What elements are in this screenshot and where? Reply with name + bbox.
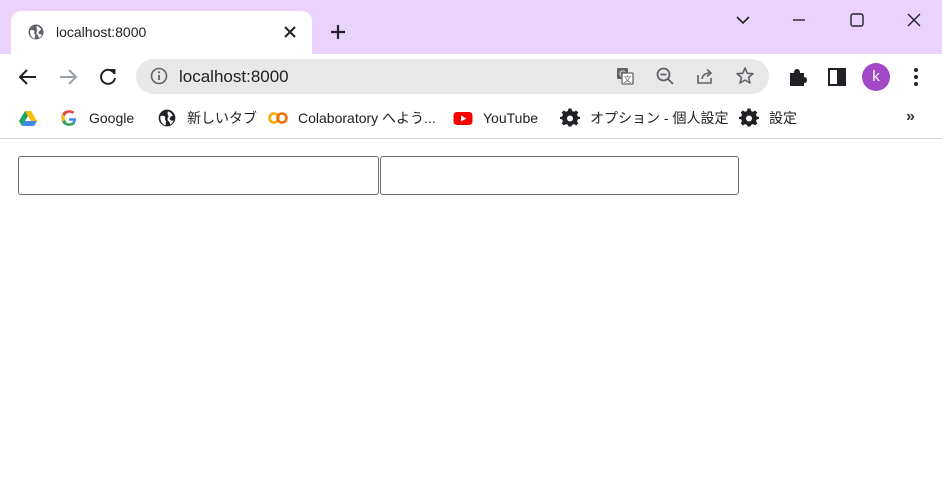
maximize-button[interactable]: [847, 10, 867, 30]
title-bar: localhost:8000: [0, 0, 942, 54]
menu-kebab-icon[interactable]: [905, 66, 927, 88]
toolbar: localhost:8000 G 文 k: [0, 54, 942, 100]
site-info-icon[interactable]: [149, 66, 169, 86]
bookmark-google[interactable]: Google: [59, 108, 134, 128]
text-input-2[interactable]: [380, 156, 739, 195]
new-tab-button[interactable]: [328, 22, 348, 42]
text-input-1[interactable]: [18, 156, 379, 195]
url-text[interactable]: localhost:8000: [179, 67, 289, 87]
zoom-out-icon[interactable]: [655, 66, 675, 86]
bookmark-label: YouTube: [483, 110, 539, 126]
tab-title: localhost:8000: [56, 24, 147, 40]
youtube-icon: [453, 112, 473, 125]
globe-icon: [158, 109, 176, 127]
side-panel-icon[interactable]: [826, 66, 848, 88]
bookmark-settings[interactable]: 設定: [739, 108, 797, 128]
tab-search-chevron-icon[interactable]: [733, 10, 753, 30]
tab-close-button[interactable]: [281, 23, 299, 41]
bookmark-youtube[interactable]: YouTube: [453, 108, 538, 128]
extensions-puzzle-icon[interactable]: [786, 66, 808, 88]
bookmark-label: オプション - 個人設定: [590, 110, 729, 126]
svg-text:文: 文: [624, 74, 632, 84]
bookmark-label: Colaboratory へよう...: [298, 110, 436, 126]
page-content: [0, 139, 942, 501]
profile-avatar[interactable]: k: [862, 63, 890, 91]
bookmark-new-tab[interactable]: 新しいタブ: [157, 108, 257, 128]
minimize-button[interactable]: [789, 10, 809, 30]
bookmarks-overflow-chevron[interactable]: »: [906, 108, 915, 126]
bookmark-label: 新しいタブ: [187, 110, 257, 126]
forward-arrow-icon[interactable]: [57, 66, 79, 88]
google-drive-icon: [19, 111, 37, 126]
gear-icon: [560, 108, 580, 127]
window-close-button[interactable]: [904, 10, 924, 30]
gear-icon: [739, 108, 759, 127]
reload-icon[interactable]: [97, 66, 119, 88]
bookmarks-bar: Google 新しいタブ Colaboratory へよう... YouTube…: [0, 100, 942, 139]
bookmark-label: 設定: [769, 110, 797, 126]
translate-icon[interactable]: G 文: [615, 66, 635, 86]
globe-icon: [28, 24, 44, 40]
close-icon: [284, 26, 296, 38]
bookmark-star-icon[interactable]: [735, 66, 755, 86]
google-g-icon: [61, 110, 77, 126]
tab-active[interactable]: localhost:8000: [11, 11, 312, 54]
back-arrow-icon[interactable]: [17, 66, 39, 88]
address-bar[interactable]: localhost:8000 G 文: [136, 59, 769, 94]
bookmark-options[interactable]: オプション - 個人設定: [560, 108, 728, 128]
bookmark-label: Google: [89, 110, 135, 126]
bookmark-colaboratory[interactable]: Colaboratory へよう...: [268, 108, 436, 128]
share-icon[interactable]: [695, 66, 715, 86]
bookmark-drive[interactable]: [18, 108, 48, 128]
colab-icon: [268, 112, 288, 124]
